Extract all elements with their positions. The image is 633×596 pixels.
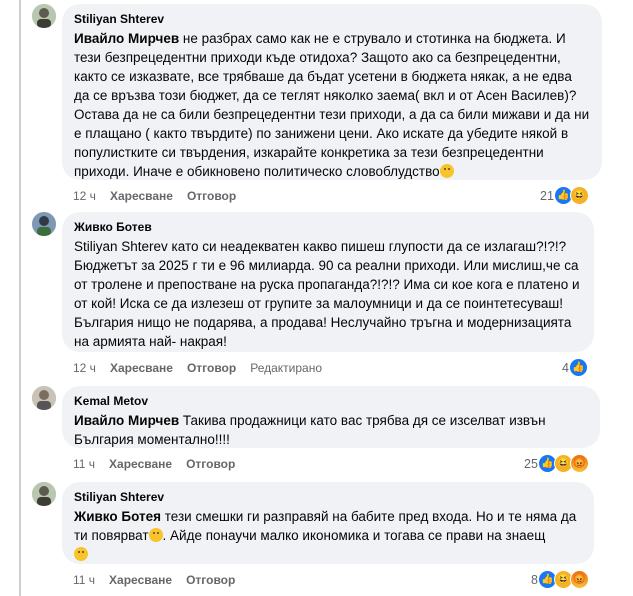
reactions[interactable]: 4 👍 (562, 358, 588, 377)
comment-bubble: Stiliyan Shterev Живко Ботея тези смешки… (62, 482, 594, 564)
like-button[interactable]: Харесване (109, 572, 172, 588)
comment-actions: 12 ч Харесване Отговор Редактирано (73, 360, 336, 376)
comment-bubble: Stiliyan Shterev Ивайло Мирчев не разбра… (62, 4, 602, 180)
comment-author[interactable]: Kemal Metov (74, 393, 588, 409)
comment-author[interactable]: Stiliyan Shterev (74, 11, 590, 27)
reactions[interactable]: 25 👍 😆 😡 (524, 454, 589, 473)
comment-author[interactable]: Живко Ботев (74, 219, 582, 235)
haha-icon: 😆 (569, 186, 589, 205)
comment-actions: 11 ч Харесване Отговор (73, 572, 249, 588)
grin-emoji-icon (74, 547, 88, 561)
timestamp[interactable]: 12 ч (73, 360, 96, 376)
like-button[interactable]: Харесване (110, 360, 173, 376)
reply-button[interactable]: Отговор (187, 188, 236, 204)
avatar[interactable] (32, 482, 56, 506)
comment-text: Ивайло Мирчев не разбрах само как не е с… (74, 29, 590, 181)
comment-author[interactable]: Stiliyan Shterev (74, 489, 582, 505)
avatar[interactable] (32, 4, 56, 28)
comment-actions: 12 ч Харесване Отговор (73, 188, 250, 204)
reactions[interactable]: 21 👍 😆 (540, 186, 589, 205)
reply-button[interactable]: Отговор (187, 360, 236, 376)
comment-bubble: Kemal Metov Ивайло Мирчев Такива продажн… (62, 386, 600, 448)
reaction-count: 8 (531, 572, 538, 587)
angry-icon: 😡 (569, 454, 589, 473)
comment-bubble: Живко Ботев Stiliyan Shterev като си неа… (62, 212, 594, 352)
mention[interactable]: Ивайло Мирчев (74, 413, 179, 428)
reaction-count: 25 (524, 456, 538, 471)
comment-text: Stiliyan Shterev като си неадекватен как… (74, 239, 580, 349)
mention[interactable]: Ивайло Мирчев (74, 31, 179, 46)
comment-text: Ивайло Мирчев Такива продажници като вас… (74, 411, 588, 449)
timestamp[interactable]: 11 ч (73, 572, 95, 588)
timestamp[interactable]: 11 ч (73, 456, 95, 472)
like-button[interactable]: Харесване (109, 456, 172, 472)
comment-body-continued: . Айде понаучи малко икономика и тогава … (162, 528, 546, 543)
timestamp[interactable]: 12 ч (73, 188, 96, 204)
angry-icon: 😡 (569, 570, 589, 589)
like-button[interactable]: Харесване (110, 188, 173, 204)
thread-line (19, 0, 21, 596)
smile-emoji-icon (439, 164, 454, 178)
reaction-count: 4 (562, 360, 569, 375)
comment-actions: 11 ч Харесване Отговор (73, 456, 249, 472)
reply-button[interactable]: Отговор (186, 456, 235, 472)
avatar[interactable] (32, 212, 56, 236)
edited-label: Редактирано (250, 361, 323, 375)
avatar[interactable] (32, 386, 56, 410)
like-icon: 👍 (568, 358, 588, 377)
comment-text: Живко Ботея тези смешки ги разправяй на … (74, 507, 582, 564)
reaction-count: 21 (540, 188, 554, 203)
reply-button[interactable]: Отговор (186, 572, 235, 588)
mention[interactable]: Живко Ботея (74, 509, 161, 524)
smile-emoji-icon (148, 528, 163, 542)
reactions[interactable]: 8 👍 😆 😡 (531, 570, 589, 589)
comment-body: не разбрах само как не е струвало и стот… (74, 31, 590, 179)
